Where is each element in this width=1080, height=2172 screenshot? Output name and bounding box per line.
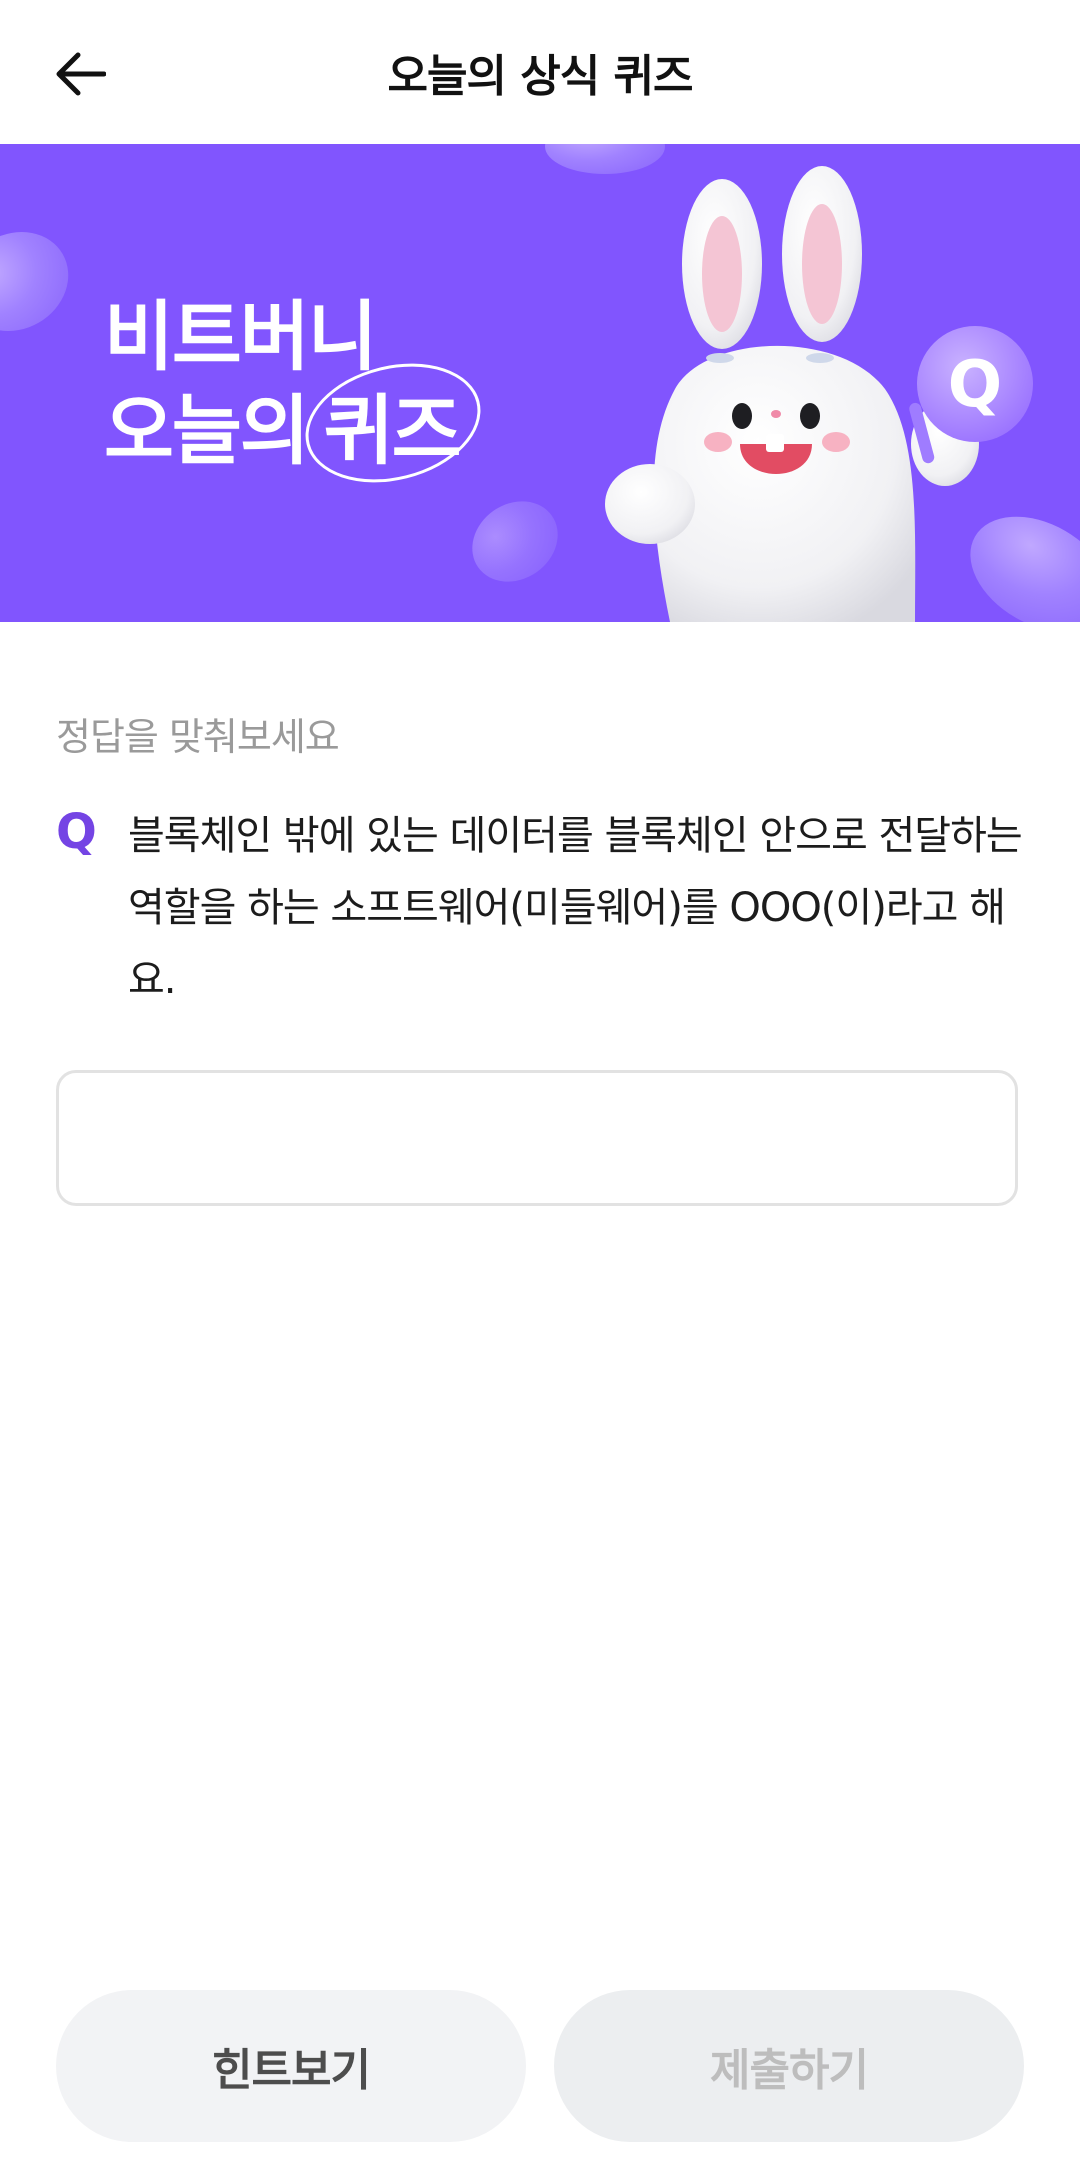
banner-title-line2: 오늘의 퀴즈 [104,346,493,500]
question-text: 블록체인 밖에 있는 데이터를 블록체인 안으로 전달하는 역할을 하는 소프트… [128,813,1023,1003]
banner-title-prefix: 오늘의 [104,386,310,475]
banner-title-circled: 퀴즈 [292,346,493,500]
app-header: 오늘의 상식 퀴즈 [0,0,1080,144]
arrow-left-icon [56,52,106,96]
instruction-text: 정답을 맞춰보세요 [56,715,340,759]
banner-title: 비트버니 오늘의 퀴즈 [104,290,493,500]
svg-text:Q: Q [948,348,1002,422]
hint-button[interactable]: 힌트보기 [56,1990,526,2142]
quiz-banner: 비트버니 오늘의 퀴즈 Q [0,144,1080,622]
question-mark-icon: Q [56,804,97,860]
back-button[interactable] [40,36,120,112]
coin-decoration [456,484,574,599]
answer-input[interactable] [56,1070,1018,1206]
page-title: 오늘의 상식 퀴즈 [387,51,694,102]
bunny-mascot-illustration: Q [605,166,1033,622]
quiz-screen: 오늘의 상식 퀴즈 비트버니 오늘의 퀴즈 Q 정답을 맞춰보세요 Q 블록체인… [0,0,1080,2172]
submit-button[interactable]: 제출하기 [554,1990,1024,2142]
coin-decoration [0,212,87,351]
